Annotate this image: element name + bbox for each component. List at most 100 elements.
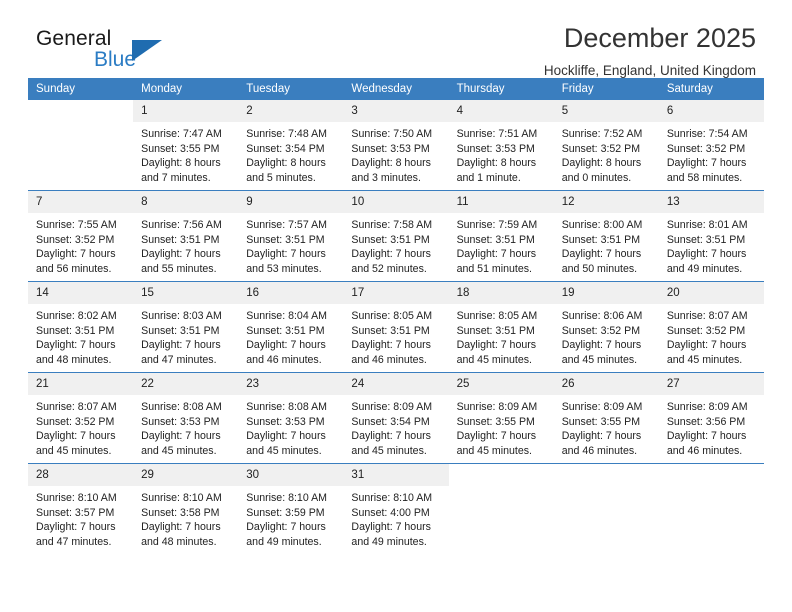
sunset-text: Sunset: 3:51 PM xyxy=(351,324,430,337)
sunset-text: Sunset: 3:53 PM xyxy=(141,415,220,428)
calendar-day-cell[interactable]: 5 Sunrise: 7:52 AM Sunset: 3:52 PM Daylight… xyxy=(553,100,659,191)
daylight-text-line2: and 3 minutes. xyxy=(351,171,421,184)
daylight-text-line1: Daylight: 7 hours xyxy=(246,248,326,261)
day-details: Sunrise: 8:10 AM Sunset: 3:57 PM Daylight:… xyxy=(28,486,133,549)
calendar-day-cell[interactable]: 23 Sunrise: 8:08 AM Sunset: 3:53 PM Dayligh… xyxy=(238,372,344,464)
daylight-text-line2: and 45 minutes. xyxy=(141,444,217,457)
daylight-text-line1: Daylight: 7 hours xyxy=(351,430,431,443)
calendar-day-cell[interactable]: 27 Sunrise: 8:09 AM Sunset: 3:56 PM Dayligh… xyxy=(658,372,764,464)
daylight-text-line2: and 46 minutes. xyxy=(246,353,322,366)
calendar-header-row: Sunday Monday Tuesday Wednesday Thursday… xyxy=(28,78,764,100)
calendar-day-cell[interactable]: 26 Sunrise: 8:09 AM Sunset: 3:55 PM Dayligh… xyxy=(553,372,659,464)
daylight-text-line2: and 45 minutes. xyxy=(246,444,322,457)
calendar-page: General Blue December 2025 Hockliffe, En… xyxy=(0,0,792,612)
day-number: 17 xyxy=(343,282,449,304)
day-details: Sunrise: 8:09 AM Sunset: 3:54 PM Daylight:… xyxy=(343,395,448,458)
daylight-text-line2: and 46 minutes. xyxy=(561,444,638,457)
daylight-text-line2: and 47 minutes. xyxy=(36,535,112,548)
day-details: Sunrise: 8:04 AM Sunset: 3:51 PM Daylight:… xyxy=(238,304,343,367)
sunrise-text: Sunrise: 8:09 AM xyxy=(351,401,433,413)
daylight-text-line1: Daylight: 7 hours xyxy=(246,521,326,534)
daylight-text-line2: and 55 minutes. xyxy=(141,262,217,275)
daylight-text-line2: and 46 minutes. xyxy=(351,353,427,366)
sunrise-text: Sunrise: 8:07 AM xyxy=(666,310,748,322)
calendar-day-cell[interactable]: 9 Sunrise: 7:57 AM Sunset: 3:51 PM Daylight… xyxy=(238,190,344,282)
weekday-header-saturday: Saturday xyxy=(658,78,764,100)
weekday-header-friday: Friday xyxy=(553,78,659,100)
calendar-day-cell[interactable]: 28 Sunrise: 8:10 AM Sunset: 3:57 PM Dayligh… xyxy=(28,463,134,554)
day-number xyxy=(658,464,764,486)
sunrise-text: Sunrise: 7:52 AM xyxy=(561,128,643,140)
daylight-text-line1: Daylight: 7 hours xyxy=(666,430,747,443)
sunset-text: Sunset: 3:52 PM xyxy=(666,142,746,155)
daylight-text-line1: Daylight: 7 hours xyxy=(561,248,642,261)
daylight-text-line1: Daylight: 7 hours xyxy=(36,248,116,261)
brand-logo[interactable]: General Blue xyxy=(36,28,236,78)
day-number: 7 xyxy=(28,191,134,213)
calendar-day-cell[interactable]: 16 Sunrise: 8:04 AM Sunset: 3:51 PM Dayligh… xyxy=(238,281,344,373)
calendar-day-cell[interactable]: 29 Sunrise: 8:10 AM Sunset: 3:58 PM Dayligh… xyxy=(133,463,239,554)
calendar-day-cell[interactable]: 6 Sunrise: 7:54 AM Sunset: 3:52 PM Daylight… xyxy=(658,100,764,191)
sunset-text: Sunset: 3:52 PM xyxy=(666,324,746,337)
calendar-day-cell[interactable]: 30 Sunrise: 8:10 AM Sunset: 3:59 PM Dayligh… xyxy=(238,463,344,554)
calendar-week-row: 1 Sunrise: 7:47 AM Sunset: 3:55 PM Daylight… xyxy=(28,100,764,191)
daylight-text-line1: Daylight: 7 hours xyxy=(246,339,326,352)
day-details: Sunrise: 8:07 AM Sunset: 3:52 PM Daylight:… xyxy=(659,304,764,367)
daylight-text-line1: Daylight: 7 hours xyxy=(141,430,221,443)
sunrise-text: Sunrise: 8:08 AM xyxy=(141,401,222,413)
daylight-text-line1: Daylight: 7 hours xyxy=(36,521,116,534)
calendar-day-cell[interactable]: 12 Sunrise: 8:00 AM Sunset: 3:51 PM Dayligh… xyxy=(553,190,659,282)
sunset-text: Sunset: 3:51 PM xyxy=(246,324,325,337)
calendar-day-cell[interactable]: 1 Sunrise: 7:47 AM Sunset: 3:55 PM Daylight… xyxy=(133,100,239,191)
daylight-text-line1: Daylight: 7 hours xyxy=(561,430,642,443)
calendar-day-cell[interactable]: 11 Sunrise: 7:59 AM Sunset: 3:51 PM Dayligh… xyxy=(448,190,554,282)
calendar-day-cell[interactable]: 24 Sunrise: 8:09 AM Sunset: 3:54 PM Dayligh… xyxy=(343,372,449,464)
page-header: General Blue December 2025 Hockliffe, En… xyxy=(28,0,764,77)
calendar-day-cell[interactable]: 31 Sunrise: 8:10 AM Sunset: 4:00 PM Dayligh… xyxy=(343,463,449,554)
calendar-day-cell[interactable]: 8 Sunrise: 7:56 AM Sunset: 3:51 PM Daylight… xyxy=(133,190,239,282)
daylight-text-line1: Daylight: 7 hours xyxy=(246,430,326,443)
day-details: Sunrise: 7:50 AM Sunset: 3:53 PM Daylight:… xyxy=(343,122,448,185)
sunrise-text: Sunrise: 8:09 AM xyxy=(666,401,748,413)
daylight-text-line1: Daylight: 7 hours xyxy=(456,248,537,261)
calendar-day-cell[interactable]: 19 Sunrise: 8:06 AM Sunset: 3:52 PM Dayligh… xyxy=(553,281,659,373)
calendar-day-cell[interactable]: 25 Sunrise: 8:09 AM Sunset: 3:55 PM Dayligh… xyxy=(448,372,554,464)
daylight-text-line1: Daylight: 8 hours xyxy=(456,157,537,170)
daylight-text-line2: and 56 minutes. xyxy=(36,262,112,275)
sunset-text: Sunset: 3:51 PM xyxy=(351,233,430,246)
daylight-text-line1: Daylight: 8 hours xyxy=(351,157,431,170)
sunrise-text: Sunrise: 8:05 AM xyxy=(351,310,433,322)
calendar-day-cell[interactable]: 10 Sunrise: 7:58 AM Sunset: 3:51 PM Dayligh… xyxy=(343,190,449,282)
day-number: 18 xyxy=(448,282,554,304)
daylight-text-line1: Daylight: 7 hours xyxy=(351,521,431,534)
weekday-header-monday: Monday xyxy=(133,78,239,100)
calendar-day-cell[interactable]: 4 Sunrise: 7:51 AM Sunset: 3:53 PM Daylight… xyxy=(448,100,554,191)
day-details: Sunrise: 8:10 AM Sunset: 4:00 PM Daylight:… xyxy=(343,486,448,549)
page-subtitle: Hockliffe, England, United Kingdom xyxy=(543,62,756,78)
calendar-day-cell[interactable]: 22 Sunrise: 8:08 AM Sunset: 3:53 PM Dayligh… xyxy=(133,372,239,464)
calendar-day-cell[interactable]: 20 Sunrise: 8:07 AM Sunset: 3:52 PM Dayligh… xyxy=(658,281,764,373)
day-details: Sunrise: 7:51 AM Sunset: 3:53 PM Daylight:… xyxy=(449,122,554,185)
day-number: 25 xyxy=(448,373,554,395)
daylight-text-line1: Daylight: 7 hours xyxy=(666,157,747,170)
calendar-day-cell[interactable]: 14 Sunrise: 8:02 AM Sunset: 3:51 PM Dayligh… xyxy=(28,281,134,373)
calendar-day-cell[interactable]: 21 Sunrise: 8:07 AM Sunset: 3:52 PM Dayligh… xyxy=(28,372,134,464)
calendar-day-cell[interactable]: 7 Sunrise: 7:55 AM Sunset: 3:52 PM Daylight… xyxy=(28,190,134,282)
day-details: Sunrise: 8:05 AM Sunset: 3:51 PM Daylight:… xyxy=(343,304,448,367)
title-block: December 2025 Hockliffe, England, United… xyxy=(543,23,756,78)
calendar-day-cell[interactable]: 18 Sunrise: 8:05 AM Sunset: 3:51 PM Dayligh… xyxy=(448,281,554,373)
calendar-day-cell-empty xyxy=(28,100,134,191)
day-details: Sunrise: 8:09 AM Sunset: 3:55 PM Daylight:… xyxy=(449,395,554,458)
daylight-text-line1: Daylight: 7 hours xyxy=(36,430,116,443)
day-details: Sunrise: 8:03 AM Sunset: 3:51 PM Daylight:… xyxy=(133,304,238,367)
sunset-text: Sunset: 3:53 PM xyxy=(456,142,535,155)
calendar-day-cell[interactable]: 17 Sunrise: 8:05 AM Sunset: 3:51 PM Dayligh… xyxy=(343,281,449,373)
sunset-text: Sunset: 3:52 PM xyxy=(561,324,641,337)
day-details: Sunrise: 8:05 AM Sunset: 3:51 PM Daylight:… xyxy=(449,304,554,367)
sunset-text: Sunset: 3:56 PM xyxy=(666,415,746,428)
day-number: 23 xyxy=(238,373,344,395)
calendar-day-cell[interactable]: 13 Sunrise: 8:01 AM Sunset: 3:51 PM Dayligh… xyxy=(658,190,764,282)
calendar-day-cell[interactable]: 2 Sunrise: 7:48 AM Sunset: 3:54 PM Daylight… xyxy=(238,100,344,191)
calendar-day-cell[interactable]: 15 Sunrise: 8:03 AM Sunset: 3:51 PM Dayligh… xyxy=(133,281,239,373)
calendar-day-cell[interactable]: 3 Sunrise: 7:50 AM Sunset: 3:53 PM Daylight… xyxy=(343,100,449,191)
